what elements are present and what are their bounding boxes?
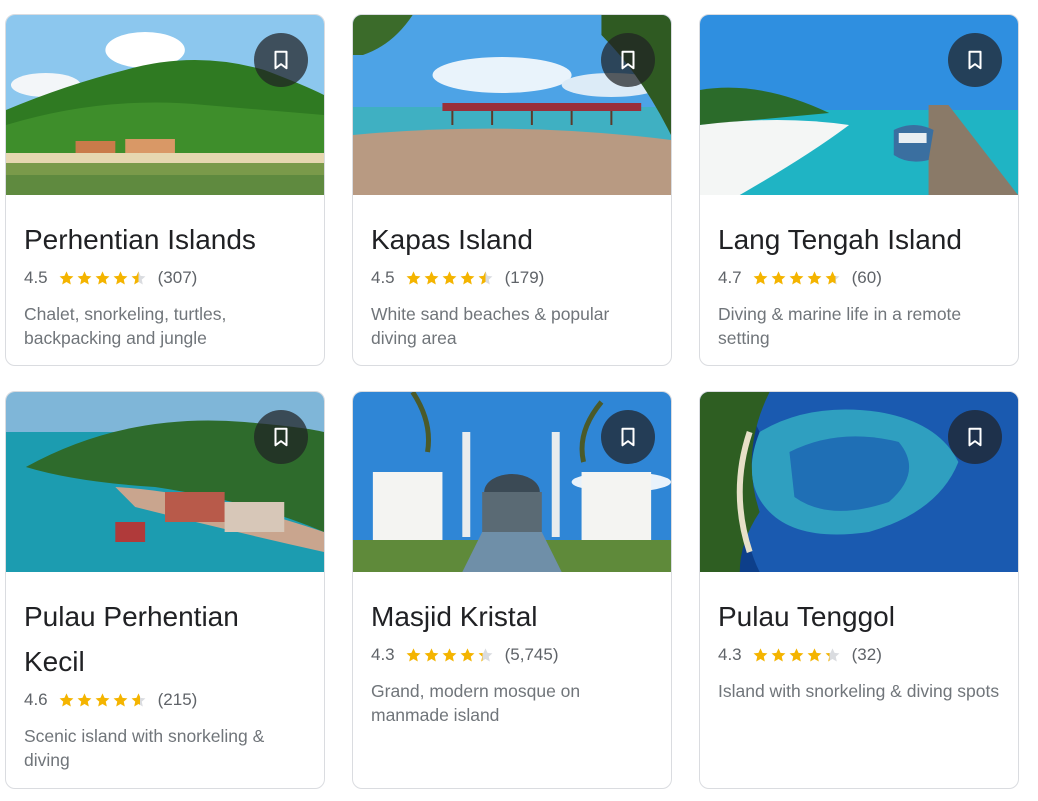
save-button[interactable]	[254, 410, 308, 464]
bookmark-icon	[968, 50, 982, 70]
star-icon	[424, 647, 439, 661]
destination-title[interactable]: Pulau Tenggol	[718, 594, 1000, 639]
star-rating	[405, 647, 495, 664]
rating-value: 4.7	[718, 268, 742, 287]
save-button[interactable]	[948, 410, 1002, 464]
save-button[interactable]	[601, 410, 655, 464]
review-count[interactable]: (179)	[505, 268, 545, 288]
star-icon	[807, 270, 822, 284]
rating-value: 4.6	[24, 690, 48, 709]
destination-title[interactable]: Lang Tengah Island	[718, 217, 1000, 262]
destination-photo[interactable]	[700, 392, 1018, 572]
destination-photo[interactable]	[6, 392, 324, 572]
destination-description: Island with snorkeling & diving spots	[718, 681, 1000, 701]
destination-card[interactable]: Lang Tengah Island 4.7 (60) Diving & mar…	[699, 14, 1019, 366]
star-icon	[77, 692, 92, 706]
star-icon	[59, 270, 74, 284]
star-icon	[825, 647, 840, 661]
destination-title[interactable]: Kapas Island	[371, 217, 653, 262]
review-count[interactable]: (32)	[852, 645, 882, 665]
star-icon	[113, 270, 128, 284]
destination-photo[interactable]	[700, 15, 1018, 195]
star-icon	[478, 270, 493, 284]
star-icon	[113, 692, 128, 706]
rating-row: 4.3 (32)	[718, 641, 1000, 669]
rating-row: 4.5 (179)	[371, 264, 653, 292]
save-button[interactable]	[948, 33, 1002, 87]
destination-card[interactable]: Perhentian Islands 4.5 (307) Chalet, sno…	[5, 14, 325, 366]
destination-card[interactable]: Pulau Perhentian Kecil 4.6 (215) Scenic …	[5, 391, 325, 789]
destination-description: White sand beaches & popular diving area	[371, 304, 610, 348]
review-count[interactable]: (60)	[852, 268, 882, 288]
destination-title[interactable]: Masjid Kristal	[371, 594, 653, 639]
star-icon	[131, 692, 146, 706]
save-button[interactable]	[601, 33, 655, 87]
review-count[interactable]: (307)	[158, 268, 198, 288]
review-count[interactable]: (5,745)	[505, 645, 559, 665]
bookmark-icon	[621, 427, 635, 447]
star-icon	[460, 270, 475, 284]
destination-description: Grand, modern mosque on manmade island	[371, 681, 581, 725]
bookmark-icon	[274, 427, 288, 447]
star-icon	[59, 692, 74, 706]
save-button[interactable]	[254, 33, 308, 87]
rating-value: 4.5	[371, 268, 395, 287]
star-icon	[406, 270, 421, 284]
star-icon	[95, 692, 110, 706]
star-icon	[825, 270, 840, 284]
star-icon	[131, 270, 146, 284]
star-icon	[77, 270, 92, 284]
destination-photo[interactable]	[6, 15, 324, 195]
destination-photo[interactable]	[353, 15, 671, 195]
star-icon	[789, 270, 804, 284]
star-icon	[442, 270, 457, 284]
destination-card[interactable]: Masjid Kristal 4.3 (5,745) Grand, modern…	[352, 391, 672, 789]
star-rating	[58, 270, 148, 287]
star-rating	[405, 270, 495, 287]
rating-row: 4.7 (60)	[718, 264, 1000, 292]
destination-title[interactable]: Perhentian Islands	[24, 217, 306, 262]
star-icon	[771, 647, 786, 661]
destination-description: Scenic island with snorkeling & diving	[24, 726, 265, 770]
star-icon	[442, 647, 457, 661]
star-icon	[789, 647, 804, 661]
rating-value: 4.3	[718, 645, 742, 664]
destination-photo[interactable]	[353, 392, 671, 572]
destination-description: Chalet, snorkeling, turtles, backpacking…	[24, 304, 227, 348]
star-icon	[807, 647, 822, 661]
star-icon	[753, 270, 768, 284]
destinations-grid: Perhentian Islands 4.5 (307) Chalet, sno…	[0, 0, 1038, 801]
rating-row: 4.3 (5,745)	[371, 641, 653, 669]
star-rating	[752, 647, 842, 664]
star-icon	[478, 647, 493, 661]
star-rating	[752, 270, 842, 287]
star-icon	[460, 647, 475, 661]
destination-title[interactable]: Pulau Perhentian Kecil	[24, 594, 306, 684]
star-icon	[424, 270, 439, 284]
star-icon	[771, 270, 786, 284]
star-icon	[95, 270, 110, 284]
destination-description: Diving & marine life in a remote setting	[718, 304, 962, 348]
star-rating	[58, 692, 148, 709]
rating-value: 4.5	[24, 268, 48, 287]
review-count[interactable]: (215)	[158, 690, 198, 710]
star-icon	[753, 647, 768, 661]
star-icon	[406, 647, 421, 661]
rating-value: 4.3	[371, 645, 395, 664]
bookmark-icon	[968, 427, 982, 447]
destination-card[interactable]: Pulau Tenggol 4.3 (32) Island with snork…	[699, 391, 1019, 789]
rating-row: 4.5 (307)	[24, 264, 306, 292]
bookmark-icon	[621, 50, 635, 70]
rating-row: 4.6 (215)	[24, 686, 306, 714]
bookmark-icon	[274, 50, 288, 70]
destination-card[interactable]: Kapas Island 4.5 (179) White sand beache…	[352, 14, 672, 366]
